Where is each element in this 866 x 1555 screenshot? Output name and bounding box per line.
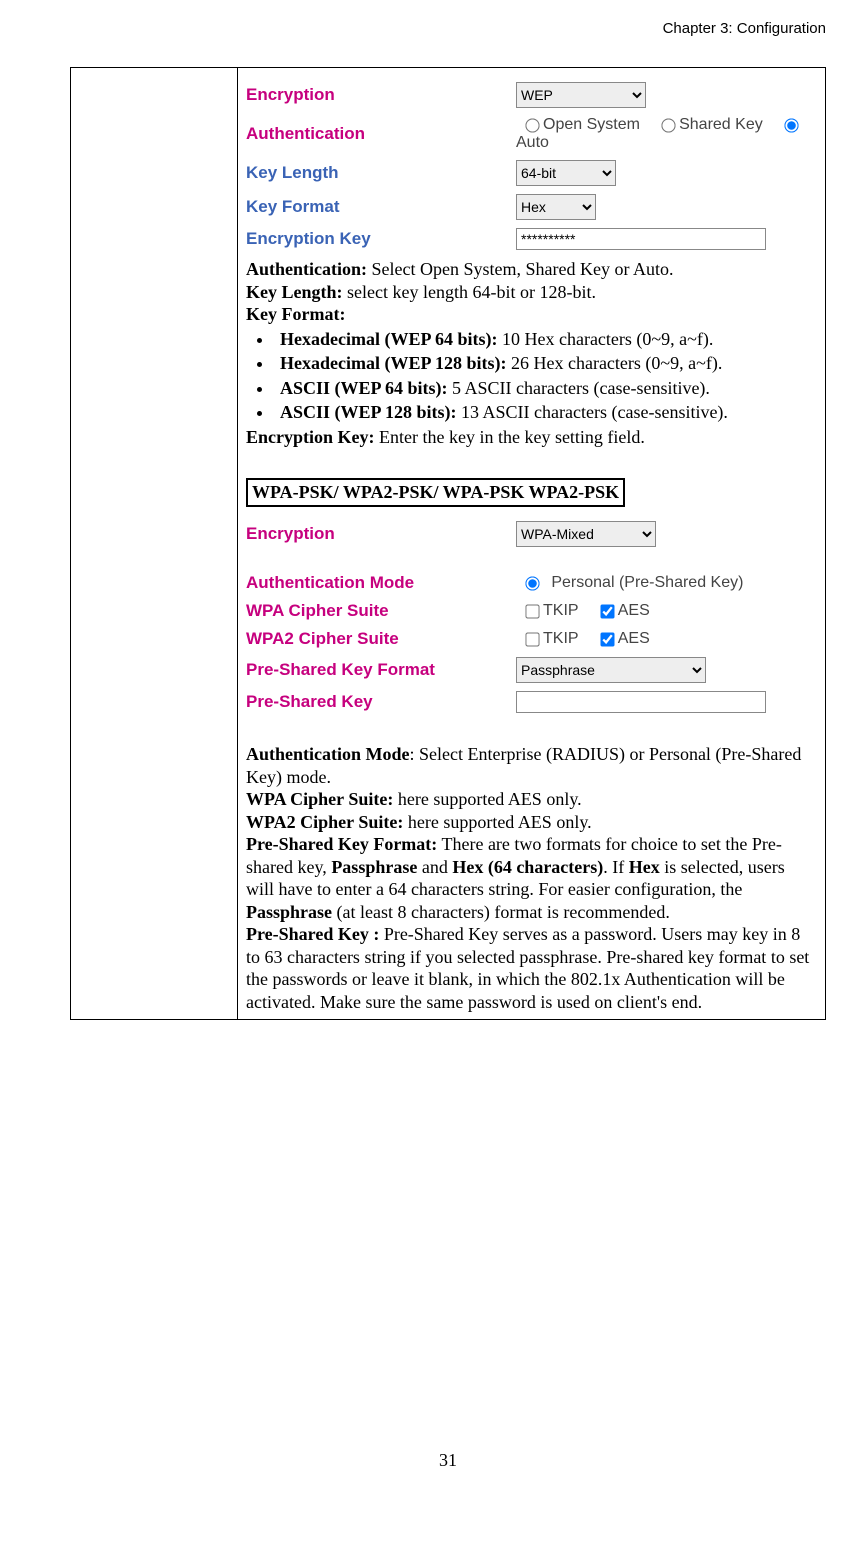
radio-open-system-label: Open System	[543, 116, 640, 133]
config-table: Encryption WEP Authentication Open Syste…	[70, 67, 826, 1020]
wpa-desc-wpacs-label: WPA Cipher Suite:	[246, 789, 393, 809]
bullet1-text: 10 Hex characters (0~9, a~f).	[497, 329, 713, 349]
bullet4-text: 13 ASCII characters (case-sensitive).	[457, 402, 728, 422]
label-encryption: Encryption	[246, 85, 516, 105]
label-authentication: Authentication	[246, 124, 516, 144]
label-wpa-encryption: Encryption	[246, 524, 516, 544]
wpa-desc-wpacs-text: here supported AES only.	[393, 789, 581, 809]
desc-auth-text: Select Open System, Shared Key or Auto.	[367, 259, 673, 279]
wpa-desc-psk-label: Pre-Shared Key :	[246, 924, 379, 944]
label-wpa2-cipher: WPA2 Cipher Suite	[246, 629, 516, 649]
wpa-desc-wpa2cs-label: WPA2 Cipher Suite:	[246, 812, 403, 832]
radio-shared-key-label: Shared Key	[679, 116, 763, 133]
radio-auto-label: Auto	[516, 134, 549, 151]
chapter-header: Chapter 3: Configuration	[70, 20, 826, 37]
desc-keyfmt-label: Key Format:	[246, 304, 345, 324]
psk-format-select[interactable]: Passphrase	[516, 657, 706, 683]
label-wpa-cipher: WPA Cipher Suite	[246, 601, 516, 621]
radio-personal[interactable]	[525, 576, 539, 590]
radio-auto[interactable]	[784, 118, 798, 132]
checkbox-wpa2-aes[interactable]	[600, 632, 614, 646]
encryption-select[interactable]: WEP	[516, 82, 646, 108]
desc-enckey-text: Enter the key in the key setting field.	[375, 427, 645, 447]
bullet1-label: Hexadecimal (WEP 64 bits):	[280, 329, 497, 349]
label-key-length: Key Length	[246, 163, 516, 183]
radio-open-system[interactable]	[525, 118, 539, 132]
psk-input[interactable]	[516, 691, 766, 713]
sidebar-cell	[71, 68, 238, 1020]
wpa-heading-box: WPA-PSK/ WPA2-PSK/ WPA-PSK WPA2-PSK	[246, 478, 625, 507]
checkbox-wpa-tkip-label: TKIP	[543, 602, 579, 619]
wpa-encryption-select[interactable]: WPA-Mixed	[516, 521, 656, 547]
page-number: 31	[70, 1450, 826, 1471]
bullet4-label: ASCII (WEP 128 bits):	[280, 402, 457, 422]
wpa-desc-auth-label: Authentication Mode	[246, 744, 410, 764]
desc-keylen-text: select key length 64-bit or 128-bit.	[343, 282, 596, 302]
checkbox-wpa2-tkip-label: TKIP	[543, 630, 579, 647]
key-length-select[interactable]: 64-bit	[516, 160, 616, 186]
desc-keylen-label: Key Length:	[246, 282, 343, 302]
label-encryption-key: Encryption Key	[246, 229, 516, 249]
wpa-desc-wpa2cs-text: here supported AES only.	[403, 812, 591, 832]
checkbox-wpa-aes-label: AES	[618, 602, 650, 619]
wpa-desc-pskf-label: Pre-Shared Key Format:	[246, 834, 437, 854]
checkbox-wpa2-tkip[interactable]	[525, 632, 539, 646]
checkbox-wpa2-aes-label: AES	[618, 630, 650, 647]
label-psk-format: Pre-Shared Key Format	[246, 660, 516, 680]
key-format-select[interactable]: Hex	[516, 194, 596, 220]
checkbox-wpa-aes[interactable]	[600, 604, 614, 618]
bullet2-label: Hexadecimal (WEP 128 bits):	[280, 353, 506, 373]
bullet3-label: ASCII (WEP 64 bits):	[280, 378, 448, 398]
label-auth-mode: Authentication Mode	[246, 573, 516, 593]
radio-shared-key[interactable]	[661, 118, 675, 132]
wpa-description: Authentication Mode: Select Enterprise (…	[246, 743, 817, 1013]
label-key-format: Key Format	[246, 197, 516, 217]
desc-enckey-label: Encryption Key:	[246, 427, 375, 447]
desc-auth-label: Authentication:	[246, 259, 367, 279]
checkbox-wpa-tkip[interactable]	[525, 604, 539, 618]
radio-personal-label: Personal (Pre-Shared Key)	[551, 574, 743, 591]
encryption-key-input[interactable]	[516, 228, 766, 250]
bullet3-text: 5 ASCII characters (case-sensitive).	[448, 378, 710, 398]
bullet2-text: 26 Hex characters (0~9, a~f).	[506, 353, 722, 373]
label-psk: Pre-Shared Key	[246, 692, 516, 712]
content-cell: Encryption WEP Authentication Open Syste…	[238, 68, 826, 1020]
wep-description: Authentication: Select Open System, Shar…	[246, 258, 817, 448]
